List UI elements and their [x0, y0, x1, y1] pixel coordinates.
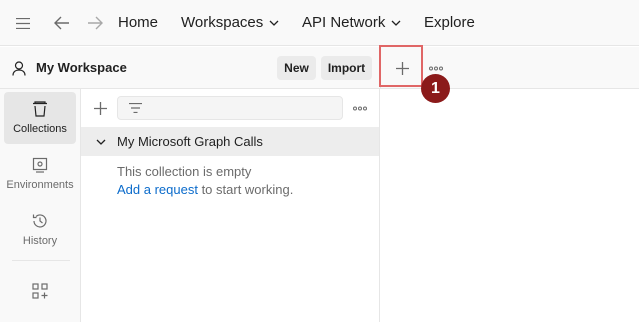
add-collection-plus-icon[interactable]: [92, 100, 108, 116]
collection-name: My Microsoft Graph Calls: [117, 134, 263, 149]
top-navigation-bar: Home Workspaces API Network Explore: [0, 0, 639, 46]
nav-api-network[interactable]: API Network: [302, 14, 401, 32]
empty-collection-message: This collection is empty: [117, 164, 252, 179]
sidebar-item-label: Environments: [6, 179, 74, 191]
empty-collection-hint: Add a request to start working.: [117, 182, 293, 197]
empty-collection-suffix: to start working.: [197, 182, 294, 197]
back-arrow-icon[interactable]: [52, 13, 72, 33]
sidebar-item-history[interactable]: History: [4, 204, 76, 256]
trash-bin-icon: [33, 101, 47, 117]
workspace-title: My Workspace: [36, 60, 127, 75]
environment-icon: [32, 157, 48, 173]
history-icon: [32, 214, 47, 228]
collections-search-input[interactable]: [117, 96, 343, 120]
nav-api-network-label: API Network: [302, 14, 386, 31]
sidebar-item-label: History: [22, 235, 58, 247]
chevron-down-icon: [269, 20, 279, 26]
new-tab-highlight: [379, 45, 423, 87]
new-button[interactable]: New: [277, 56, 316, 80]
nav-workspaces-label: Workspaces: [181, 14, 264, 31]
nav-workspaces[interactable]: Workspaces: [181, 14, 279, 32]
sidebar-divider: [12, 260, 70, 261]
add-request-link[interactable]: Add a request: [117, 182, 198, 197]
forward-arrow-icon[interactable]: [85, 13, 105, 33]
filter-icon[interactable]: [128, 102, 142, 114]
chevron-down-icon[interactable]: [95, 136, 107, 148]
workspace-header: My Workspace New Import: [0, 47, 380, 89]
user-icon: [11, 60, 27, 76]
more-horizontal-icon[interactable]: [352, 103, 368, 113]
chevron-down-icon: [391, 20, 401, 26]
collections-panel: [81, 89, 380, 322]
sidebar-rail: Collections Environments History: [0, 89, 81, 322]
nav-explore[interactable]: Explore: [424, 14, 475, 32]
more-horizontal-icon[interactable]: [428, 63, 444, 73]
sidebar-item-collections[interactable]: Collections: [4, 92, 76, 144]
step-number-badge: 1: [421, 74, 450, 103]
sidebar-item-label: Collections: [13, 123, 67, 135]
import-button[interactable]: Import: [321, 56, 372, 80]
collection-row[interactable]: My Microsoft Graph Calls: [81, 127, 379, 156]
add-grid-icon: [32, 283, 48, 299]
sidebar-item-add-panel[interactable]: [4, 265, 76, 317]
sidebar-item-environments[interactable]: Environments: [4, 148, 76, 200]
hamburger-menu-icon[interactable]: [14, 15, 32, 31]
nav-home[interactable]: Home: [118, 14, 158, 32]
